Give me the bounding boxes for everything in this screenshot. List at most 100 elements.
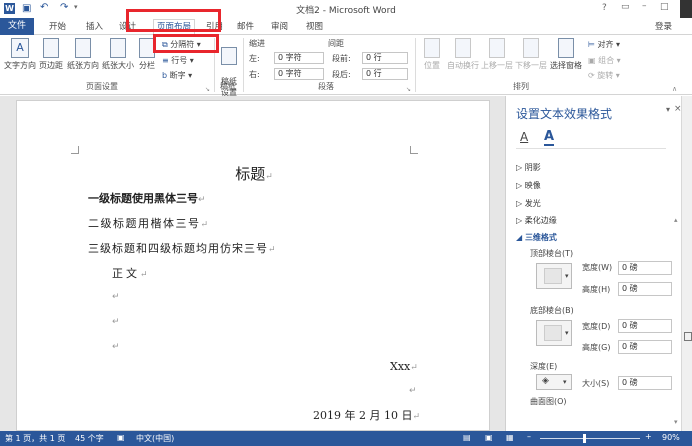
text-effects-icon[interactable]: A [544,129,555,146]
hyphenation-button[interactable]: b 断字 ▾ [162,70,192,81]
print-layout-icon[interactable]: ▣ [485,433,493,442]
hyphenation-label: 断字 [169,71,186,80]
minimize-button[interactable]: – [642,1,647,11]
zoom-in-button[interactable]: + [645,432,652,441]
bring-forward-button[interactable]: 上移一层 [480,38,514,71]
status-bar: 第 1 页，共 1 页 45 个字 ▣ 中文(中国) ▤ ▣ ▦ – + 90% [0,431,692,446]
doc-heading-3[interactable]: 三级标题和四级标题均用仿宋三号↵ [88,240,276,256]
tab-review[interactable]: 审阅 [271,20,288,32]
top-width-input[interactable]: 0 磅 [618,261,672,275]
selection-pane-button[interactable]: 选择窗格 [548,38,584,71]
align-button[interactable]: ⊨ 对齐 ▾ [588,39,620,50]
folder-icon[interactable] [684,332,692,341]
web-layout-icon[interactable]: ▦ [506,433,514,442]
top-bevel-picker[interactable]: ▾ [536,263,572,289]
bottom-width-label: 宽度(D) [582,322,611,331]
indent-right-input[interactable]: 0 字符 [274,68,324,80]
page-setup-group-label: 页面设置 [86,82,118,91]
space-before-input[interactable]: 0 行 [362,52,408,64]
rotate-icon: ⟳ [588,71,595,80]
size-button[interactable]: 纸张大小 [101,38,135,71]
zoom-level[interactable]: 90% [662,433,680,442]
tab-mailings[interactable]: 邮件 [237,20,254,32]
bottom-bevel-label: 底部棱台(B) [530,306,574,315]
orientation-button[interactable]: 纸张方向 [66,38,100,71]
line-numbers-icon: ≡ [162,56,169,65]
text-direction-icon: A [11,38,29,58]
pane-item-soft-edges[interactable]: ▷ 柔化边缘 [516,215,557,226]
doc-signature[interactable]: Xxx↵ [390,360,418,373]
paragraph-launcher-icon[interactable]: ↘ [406,86,411,93]
bring-forward-icon [489,38,505,58]
pane-item-3d-format[interactable]: ◢ 三维格式 [516,232,557,243]
doc-date[interactable]: 2019 年 2 月 10 日↵ [313,407,420,423]
zoom-out-button[interactable]: – [527,432,531,441]
doc-heading-1-text: 一级标题使用黑体三号 [88,192,198,205]
margins-button[interactable]: 页边距 [38,38,64,71]
bottom-height-input[interactable]: 0 磅 [618,340,672,354]
paragraph-group-label: 段落 [318,82,334,91]
depth-size-input[interactable]: 0 磅 [618,376,672,390]
indent-left-input[interactable]: 0 字符 [274,52,324,64]
position-icon [424,38,440,58]
doc-title[interactable]: 标题↵ [17,163,491,184]
pane-item-glow[interactable]: ▷ 发光 [516,198,541,209]
text-direction-button[interactable]: A 文字方向 [3,38,37,71]
indent-left-label: 左: [249,54,260,63]
send-backward-icon [523,38,539,58]
wrap-text-button[interactable]: 自动换行 [446,38,480,71]
pane-options-icon[interactable]: ▾ [666,105,670,114]
status-page[interactable]: 第 1 页，共 1 页 [5,433,65,444]
collapse-ribbon-icon[interactable]: ∧ [672,85,677,93]
tab-home[interactable]: 开始 [49,20,66,32]
page-setup-launcher-icon[interactable]: ↘ [205,86,210,93]
rotate-button[interactable]: ⟳ 旋转 ▾ [588,70,620,81]
depth-color-picker[interactable]: ◈ ▾ [536,374,572,390]
tab-file[interactable]: 文件 [0,18,34,35]
doc-heading-1[interactable]: 一级标题使用黑体三号↵ [88,190,206,206]
doc-body-text: 正文 [112,267,140,280]
bottom-width-input[interactable]: 0 磅 [618,319,672,333]
bring-forward-label: 上移一层 [481,61,513,70]
doc-heading-2[interactable]: 二级标题用楷体三号↵ [88,215,208,231]
line-numbers-button[interactable]: ≡ 行号 ▾ [162,55,194,66]
tab-view[interactable]: 视图 [306,20,323,32]
tab-insert[interactable]: 插入 [86,20,103,32]
doc-body[interactable]: 正文↵ [112,265,148,281]
send-backward-button[interactable]: 下移一层 [514,38,548,71]
status-words[interactable]: 45 个字 [75,433,104,444]
ribbon-display-icon[interactable]: ▭ [621,2,630,12]
pane-item-shadow[interactable]: ▷ 阴影 [516,162,541,173]
indent-label: 缩进 [249,39,265,48]
columns-label: 分栏 [139,61,155,70]
pane-scroll-down-icon[interactable]: ▾ [674,418,678,426]
read-mode-icon[interactable]: ▤ [463,433,471,442]
status-language[interactable]: 中文(中国) [136,433,174,444]
space-before-label: 段前: [332,54,351,63]
right-sidebar[interactable] [681,96,692,431]
space-after-input[interactable]: 0 行 [362,68,408,80]
bottom-bevel-picker[interactable]: ▾ [536,320,572,346]
proofing-icon[interactable]: ▣ [117,433,125,442]
top-height-input[interactable]: 0 磅 [618,282,672,296]
login-link[interactable]: 登录 [655,20,672,32]
pane-item-soft-edges-label: 柔化边缘 [524,216,557,225]
group-label: 组合 [598,56,615,65]
document-page[interactable]: 标题↵ 一级标题使用黑体三号↵ 二级标题用楷体三号↵ 三级标题和四级标题均用仿宋… [16,100,490,431]
text-fill-icon[interactable]: A [520,130,528,144]
size-icon [110,38,126,58]
top-bevel-label: 顶部棱台(T) [530,249,574,258]
align-icon: ⊨ [588,40,595,49]
maximize-button[interactable]: □ [660,2,669,12]
pilcrow-1: ↵ [112,292,120,302]
pane-scroll-up-icon[interactable]: ▴ [674,216,678,224]
help-button[interactable]: ? [602,3,607,13]
group-button[interactable]: ▣ 组合 ▾ [588,55,621,66]
position-button[interactable]: 位置 [419,38,445,71]
zoom-slider[interactable] [540,438,640,439]
arrange-group-label: 排列 [513,82,529,91]
wrap-text-label: 自动换行 [447,61,479,70]
zoom-slider-thumb[interactable] [583,434,586,443]
manuscript-icon [221,47,237,65]
pane-item-reflection[interactable]: ▷ 映像 [516,180,541,191]
